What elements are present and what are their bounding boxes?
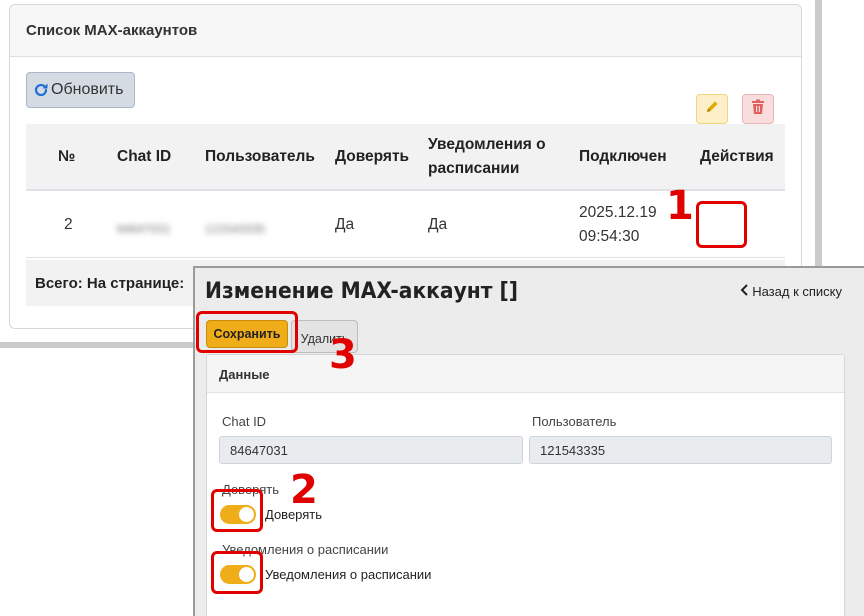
col-actions: Действия: [700, 148, 774, 165]
list-title: Список MAX-аккаунтов: [26, 22, 198, 39]
chevron-left-icon: [740, 284, 749, 299]
cell-chat-id: 84647031: [117, 222, 171, 236]
trust-label: Доверять: [222, 482, 280, 497]
notify-toggle-knob: [239, 567, 254, 582]
refresh-button[interactable]: Обновить: [26, 72, 135, 108]
back-to-list-link[interactable]: Назад к списку: [740, 284, 842, 299]
user-field[interactable]: 121543335: [529, 436, 832, 464]
table-header: № Chat ID Пользователь Доверять Уведомле…: [26, 124, 785, 191]
edit-button[interactable]: [696, 94, 728, 124]
col-user[interactable]: Пользователь: [205, 145, 315, 169]
notify-toggle[interactable]: [220, 565, 256, 584]
notify-label: Уведомления о расписании: [222, 542, 389, 557]
annotation-number-3: 3: [329, 332, 357, 378]
col-trust[interactable]: Доверять: [335, 145, 409, 169]
footer-totals: Всего: На странице:: [35, 275, 185, 292]
notify-toggle-label: Уведомления о расписании: [265, 567, 432, 582]
cell-connected-date: 2025.12.19: [579, 204, 657, 221]
col-number[interactable]: №: [58, 145, 75, 169]
chat-id-field[interactable]: 84647031: [219, 436, 523, 464]
pencil-icon: [704, 99, 720, 120]
annotation-number-2: 2: [290, 467, 318, 513]
col-connected[interactable]: Подключен: [579, 145, 667, 169]
col-notify-line2[interactable]: расписании: [428, 157, 519, 181]
delete-row-button[interactable]: [742, 94, 774, 124]
modal-title: Изменение MAX-аккаунт []: [205, 279, 519, 304]
cell-connected-time: 09:54:30: [579, 228, 640, 245]
cell-trust: Да: [335, 216, 355, 233]
cell-user: 121543335: [205, 222, 266, 236]
edit-account-modal: Изменение MAX-аккаунт [] Назад к списку …: [193, 266, 864, 616]
list-card-header: Список MAX-аккаунтов: [10, 5, 801, 57]
cell-number: 2: [64, 216, 73, 233]
trust-toggle[interactable]: [220, 505, 256, 524]
section-title: Данные: [207, 355, 844, 393]
cell-notify: Да: [428, 216, 448, 233]
refresh-icon: [33, 82, 49, 98]
back-label: Назад к списку: [752, 284, 842, 299]
trust-toggle-knob: [239, 507, 254, 522]
user-label: Пользователь: [532, 414, 617, 429]
save-button[interactable]: Сохранить: [206, 320, 288, 348]
refresh-label: Обновить: [51, 81, 124, 98]
col-chat-id[interactable]: Chat ID: [117, 145, 171, 169]
annotation-number-1: 1: [666, 183, 694, 229]
trash-icon: [751, 99, 765, 120]
col-notify-line1[interactable]: Уведомления о: [428, 133, 546, 157]
chat-id-label: Chat ID: [222, 414, 267, 429]
